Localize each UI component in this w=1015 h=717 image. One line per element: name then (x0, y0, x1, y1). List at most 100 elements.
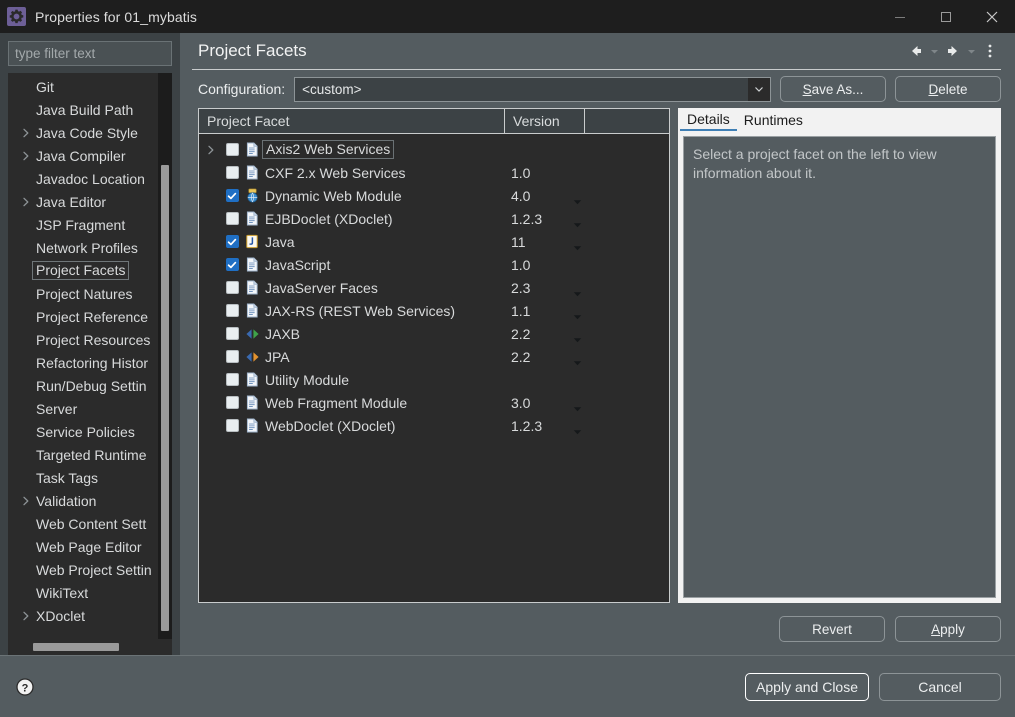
chevron-right-icon[interactable] (18, 611, 34, 621)
sidebar-item-project-facets[interactable]: Project Facets (8, 259, 158, 282)
facet-name: Java (265, 233, 295, 250)
sidebar-item-refactoring-histor[interactable]: Refactoring Histor (8, 351, 158, 374)
facet-checkbox[interactable] (223, 281, 241, 294)
forward-arrow-icon[interactable] (942, 38, 964, 64)
sidebar-item-run-debug-settin[interactable]: Run/Debug Settin (8, 374, 158, 397)
facet-checkbox[interactable] (223, 373, 241, 386)
chevron-right-icon[interactable] (18, 496, 34, 506)
sidebar-item-java-code-style[interactable]: Java Code Style (8, 121, 158, 144)
facet-name: Axis2 Web Services (261, 140, 395, 159)
settings-tree[interactable]: Git Java Build Path Java Code Style Java Co… (8, 73, 158, 639)
facets-main-area: Project Facet Version Axis2 Web Services… (192, 108, 1001, 603)
sidebar-item-java-editor[interactable]: Java Editor (8, 190, 158, 213)
sidebar-item-project-reference[interactable]: Project Reference (8, 305, 158, 328)
sidebar-item-targeted-runtime[interactable]: Targeted Runtime (8, 443, 158, 466)
sidebar-item-java-compiler[interactable]: Java Compiler (8, 144, 158, 167)
sidebar-item-label: Project Facets (31, 261, 130, 280)
revert-button[interactable]: Revert (779, 616, 885, 642)
sidebar-vertical-scroll-thumb[interactable] (161, 165, 169, 631)
facet-checkbox[interactable] (223, 235, 241, 248)
configuration-combobox[interactable]: <custom> (294, 76, 771, 102)
sidebar-item-task-tags[interactable]: Task Tags (8, 466, 158, 489)
tab-runtimes[interactable]: Runtimes (736, 108, 810, 131)
delete-label-rest: elete (938, 81, 968, 97)
facet-checkbox[interactable] (223, 143, 241, 156)
column-header-project-facet[interactable]: Project Facet (199, 109, 505, 133)
sidebar-vertical-scrollbar[interactable] (158, 73, 172, 639)
apply-and-close-button[interactable]: Apply and Close (745, 672, 869, 701)
maximize-icon[interactable] (923, 0, 969, 33)
help-icon[interactable]: ? (14, 676, 36, 698)
back-history-chevron-down-icon[interactable] (927, 38, 942, 64)
table-row[interactable]: JavaServer Faces 2.3 (199, 276, 669, 299)
window-title: Properties for 01_mybatis (35, 8, 198, 25)
sidebar-item-label: Javadoc Location (36, 170, 145, 187)
chevron-down-icon[interactable] (748, 77, 770, 101)
chevron-right-icon[interactable] (18, 151, 34, 161)
sidebar-item-project-natures[interactable]: Project Natures (8, 282, 158, 305)
table-row[interactable]: JAX-RS (REST Web Services) 1.1 (199, 299, 669, 322)
facet-checkbox[interactable] (223, 350, 241, 363)
sidebar-item-server[interactable]: Server (8, 397, 158, 420)
sidebar-item-web-content-sett[interactable]: Web Content Sett (8, 512, 158, 535)
view-menu-icon[interactable] (979, 38, 1001, 64)
minimize-icon[interactable] (877, 0, 923, 33)
table-row[interactable]: JPA 2.2 (199, 345, 669, 368)
back-arrow-icon[interactable] (905, 38, 927, 64)
facet-checkbox[interactable] (223, 212, 241, 225)
sidebar-item-git[interactable]: Git (8, 75, 158, 98)
table-row[interactable]: JAXB 2.2 (199, 322, 669, 345)
facet-checkbox[interactable] (223, 419, 241, 432)
facet-checkbox[interactable] (223, 304, 241, 317)
filter-input[interactable]: type filter text (8, 41, 172, 66)
facet-checkbox[interactable] (223, 189, 241, 202)
table-row[interactable]: Axis2 Web Services (199, 138, 669, 161)
chevron-right-icon[interactable] (18, 128, 34, 138)
table-row[interactable]: Java 11 (199, 230, 669, 253)
facet-table-body[interactable]: Axis2 Web Services CXF 2.x Web Services 1.… (199, 134, 669, 602)
column-header-blank[interactable] (585, 109, 669, 133)
apply-button[interactable]: Apply (895, 616, 1001, 642)
configuration-label: Configuration: (198, 81, 286, 97)
table-row[interactable]: Dynamic Web Module 4.0 (199, 184, 669, 207)
checkbox-unchecked-icon (225, 212, 239, 225)
facet-checkbox[interactable] (223, 166, 241, 179)
table-row[interactable]: WebDoclet (XDoclet) 1.2.3 (199, 414, 669, 437)
sidebar-item-label: Task Tags (36, 469, 98, 486)
facet-checkbox[interactable] (223, 327, 241, 340)
sidebar-item-wikitext[interactable]: WikiText (8, 581, 158, 604)
checkbox-unchecked-icon (225, 373, 239, 386)
sidebar-item-project-resources[interactable]: Project Resources (8, 328, 158, 351)
sidebar-item-java-build-path[interactable]: Java Build Path (8, 98, 158, 121)
details-panel: Details Runtimes Select a project facet o… (678, 108, 1001, 603)
table-row[interactable]: Utility Module (199, 368, 669, 391)
chevron-right-icon[interactable] (18, 197, 34, 207)
sidebar-item-javadoc-location[interactable]: Javadoc Location (8, 167, 158, 190)
sidebar-item-web-project-settin[interactable]: Web Project Settin (8, 558, 158, 581)
facet-checkbox[interactable] (223, 258, 241, 271)
close-icon[interactable] (969, 0, 1015, 33)
chevron-right-icon[interactable] (199, 145, 223, 155)
sidebar-item-xdoclet[interactable]: XDoclet (8, 604, 158, 627)
table-row[interactable]: CXF 2.x Web Services 1.0 (199, 161, 669, 184)
cancel-button[interactable]: Cancel (879, 672, 1001, 701)
table-row[interactable]: JavaScript 1.0 (199, 253, 669, 276)
tab-details[interactable]: Details (680, 108, 737, 131)
facet-checkbox[interactable] (223, 396, 241, 409)
settings-sidebar: type filter text Git Java Build Path Java … (0, 33, 180, 655)
sidebar-item-validation[interactable]: Validation (8, 489, 158, 512)
forward-history-chevron-down-icon[interactable] (964, 38, 979, 64)
sidebar-horizontal-scroll-thumb[interactable] (33, 643, 119, 651)
sidebar-item-web-page-editor[interactable]: Web Page Editor (8, 535, 158, 558)
apply-label-rest: pply (940, 621, 965, 637)
sidebar-horizontal-scrollbar[interactable] (8, 639, 172, 655)
table-row[interactable]: Web Fragment Module 3.0 (199, 391, 669, 414)
sidebar-item-service-policies[interactable]: Service Policies (8, 420, 158, 443)
sidebar-item-network-profiles[interactable]: Network Profiles (8, 236, 158, 259)
sidebar-item-jsp-fragment[interactable]: JSP Fragment (8, 213, 158, 236)
version-dropdown-icon[interactable] (573, 423, 582, 441)
save-as-button[interactable]: Save As... (780, 76, 886, 102)
column-header-version[interactable]: Version (505, 109, 585, 133)
table-row[interactable]: EJBDoclet (XDoclet) 1.2.3 (199, 207, 669, 230)
delete-button[interactable]: Delete (895, 76, 1001, 102)
